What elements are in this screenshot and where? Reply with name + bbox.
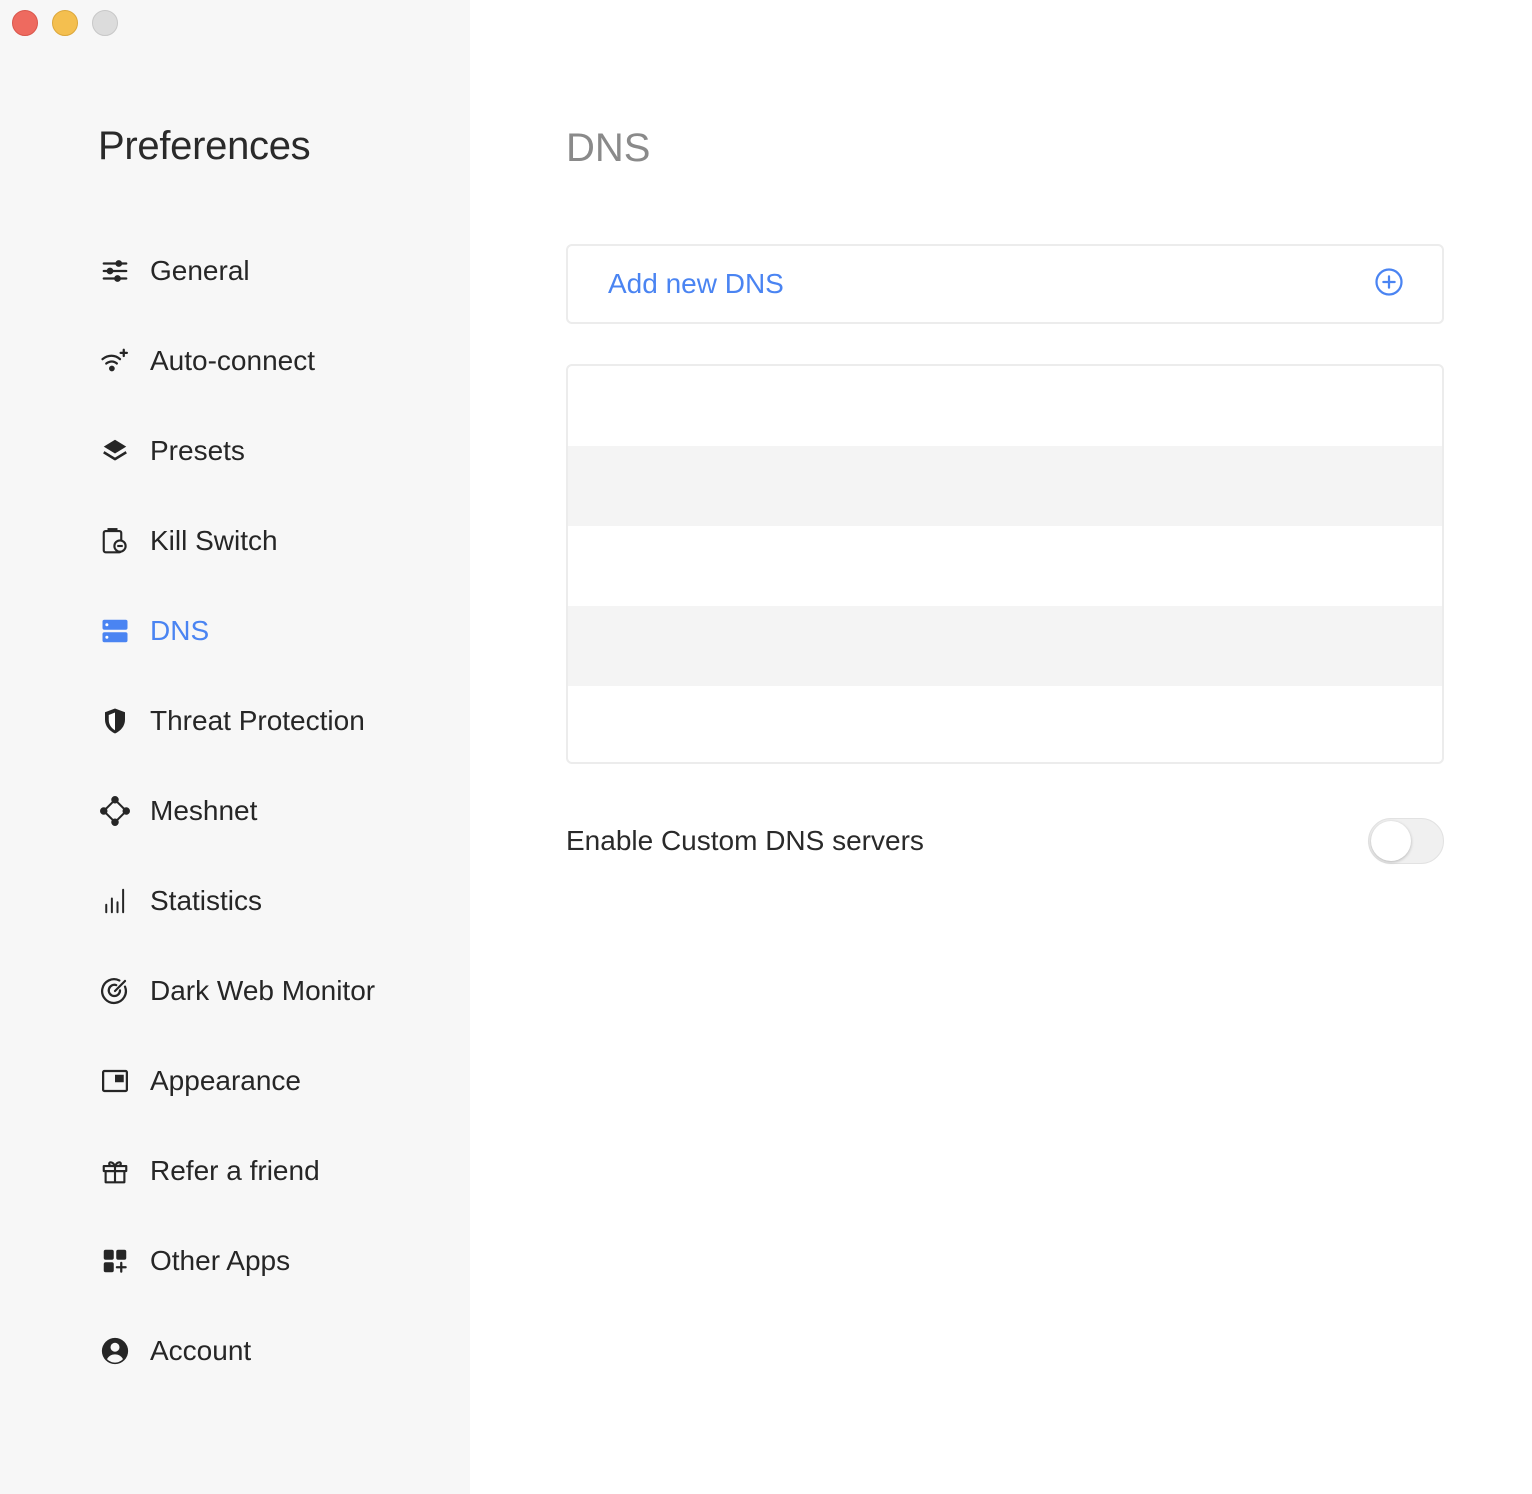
minimize-window-button[interactable]	[52, 10, 78, 36]
list-item	[568, 686, 1442, 762]
sidebar-item-label: Other Apps	[150, 1245, 291, 1276]
gift-icon	[98, 1154, 132, 1188]
sidebar-item-label: Meshnet	[150, 795, 258, 826]
window-controls	[12, 10, 118, 36]
maximize-window-button[interactable]	[92, 10, 118, 36]
main-content: DNS Add new DNS Enable Custom DNS server…	[470, 0, 1532, 1494]
sidebar-item-meshnet[interactable]: Meshnet	[98, 766, 458, 856]
dns-server-list	[566, 364, 1444, 764]
meshnet-icon	[98, 794, 132, 828]
close-window-button[interactable]	[12, 10, 38, 36]
page-title: DNS	[566, 126, 651, 170]
apps-grid-icon	[98, 1244, 132, 1278]
sidebar-item-refer-a-friend[interactable]: Refer a friend	[98, 1126, 458, 1216]
sidebar-item-dns[interactable]: DNS	[98, 586, 458, 676]
sidebar-item-threat-protection[interactable]: Threat Protection	[98, 676, 458, 766]
sidebar-item-appearance[interactable]: Appearance	[98, 1036, 458, 1126]
sidebar-item-label: Presets	[150, 435, 245, 466]
server-icon	[98, 614, 132, 648]
custom-dns-label: Enable Custom DNS servers	[566, 825, 924, 856]
add-new-dns-label: Add new DNS	[608, 268, 784, 299]
custom-dns-toggle[interactable]	[1368, 818, 1444, 864]
sidebar-title: Preferences	[98, 124, 311, 168]
sidebar-item-label: Appearance	[150, 1065, 302, 1096]
layers-icon	[98, 434, 132, 468]
sidebar-item-dark-web-monitor[interactable]: Dark Web Monitor	[98, 946, 458, 1036]
sidebar-item-general[interactable]: General	[98, 226, 458, 316]
list-item	[568, 446, 1442, 526]
sidebar: Preferences General Auto-connect Presets…	[0, 0, 470, 1494]
add-new-dns-button[interactable]: Add new DNS	[566, 244, 1444, 324]
sidebar-item-label: Statistics	[150, 885, 263, 916]
list-item	[568, 606, 1442, 686]
sidebar-item-label: Account	[150, 1335, 252, 1366]
sidebar-item-label: Refer a friend	[150, 1155, 320, 1186]
account-icon	[98, 1334, 132, 1368]
list-item	[568, 526, 1442, 606]
sidebar-item-account[interactable]: Account	[98, 1306, 458, 1396]
sidebar-item-statistics[interactable]: Statistics	[98, 856, 458, 946]
kill-switch-icon	[98, 524, 132, 558]
sidebar-item-label: Threat Protection	[150, 705, 365, 736]
sliders-icon	[98, 254, 132, 288]
sidebar-item-presets[interactable]: Presets	[98, 406, 458, 496]
shield-icon	[98, 704, 132, 738]
sidebar-nav: General Auto-connect Presets Kill Switch…	[98, 226, 458, 1396]
sidebar-item-kill-switch[interactable]: Kill Switch	[98, 496, 458, 586]
window-icon	[98, 1064, 132, 1098]
sidebar-item-label: Kill Switch	[150, 525, 278, 556]
custom-dns-setting: Enable Custom DNS servers	[566, 816, 1444, 866]
sidebar-item-label: General	[150, 255, 250, 286]
bar-chart-icon	[98, 884, 132, 918]
list-item	[568, 366, 1442, 446]
target-icon	[98, 974, 132, 1008]
sidebar-item-other-apps[interactable]: Other Apps	[98, 1216, 458, 1306]
sidebar-item-label: Dark Web Monitor	[150, 975, 376, 1006]
wifi-sparkle-icon	[98, 344, 132, 378]
plus-circle-icon[interactable]	[1374, 267, 1404, 302]
sidebar-item-label: Auto-connect	[150, 345, 315, 376]
sidebar-item-label: DNS	[150, 615, 210, 646]
sidebar-item-auto-connect[interactable]: Auto-connect	[98, 316, 458, 406]
toggle-knob	[1371, 821, 1411, 861]
